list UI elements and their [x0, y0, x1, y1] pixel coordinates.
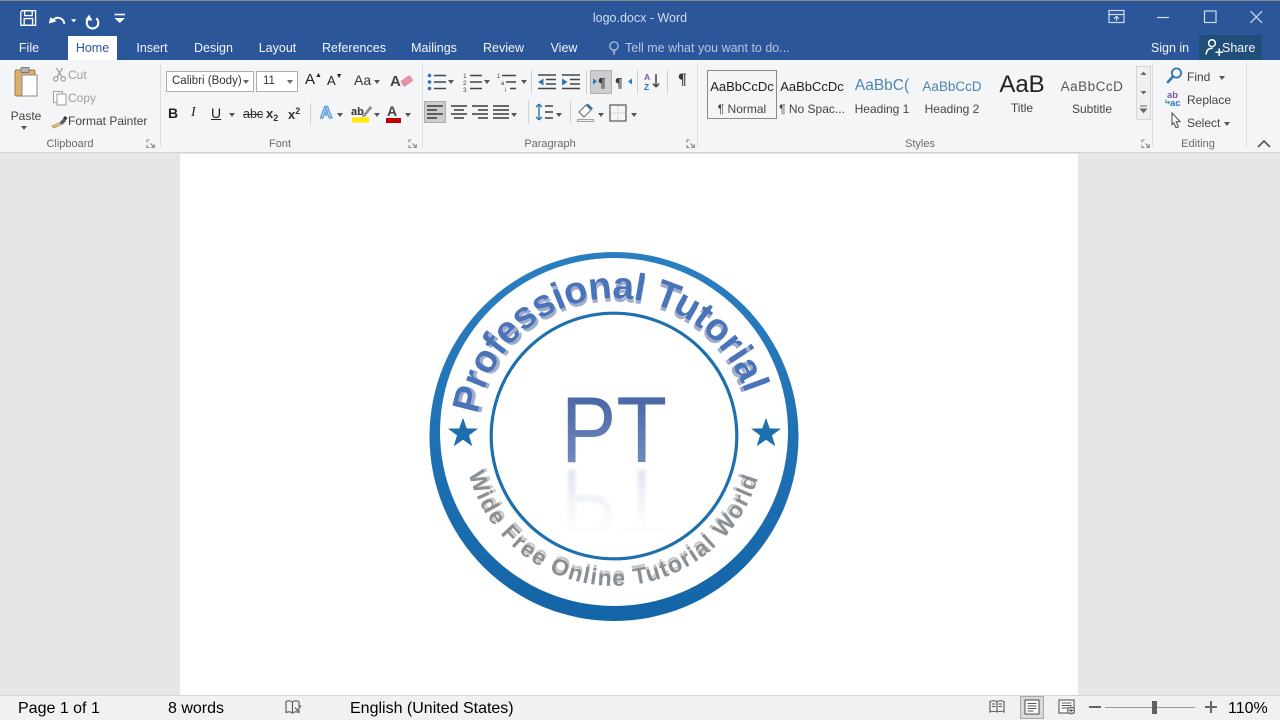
svg-text:ac: ac: [1170, 98, 1181, 107]
svg-text:3: 3: [463, 87, 467, 92]
svg-text:A: A: [644, 72, 650, 82]
svg-text:¶: ¶: [598, 76, 606, 90]
svg-text:2: 2: [463, 80, 467, 87]
svg-text:a: a: [501, 81, 505, 87]
svg-text:A: A: [387, 103, 397, 119]
svg-text:Z: Z: [644, 82, 649, 92]
svg-text:1: 1: [497, 74, 501, 80]
svg-text:1: 1: [463, 73, 467, 80]
svg-text:ab: ab: [351, 106, 364, 118]
svg-text:PT: PT: [561, 450, 667, 555]
svg-text:¶: ¶: [615, 76, 623, 90]
svg-text:A: A: [390, 73, 401, 90]
svg-text:i: i: [505, 88, 506, 92]
